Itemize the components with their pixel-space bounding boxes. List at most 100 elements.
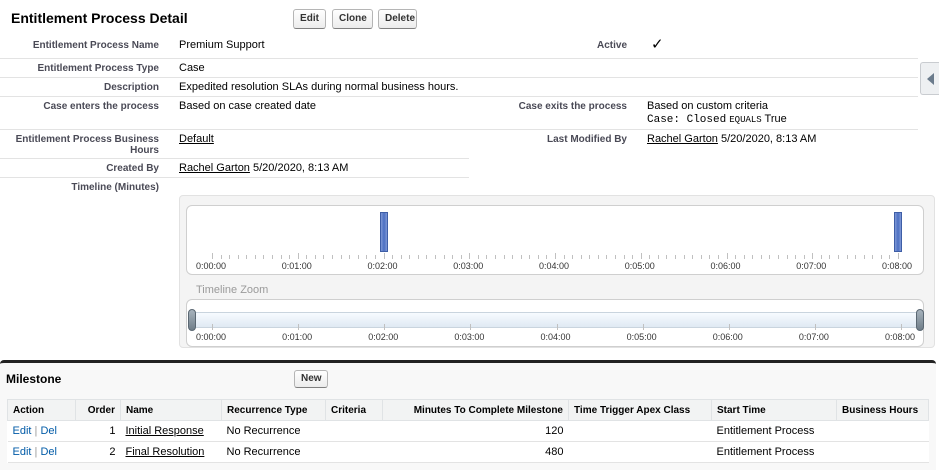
axis-minor-tick [426,255,428,259]
axis-minor-tick [229,255,231,259]
business-hours-link[interactable]: Default [179,133,214,145]
axis-minor-tick [374,255,376,259]
cell-name: Initial Response [120,420,222,442]
axis-minor-tick [803,255,805,259]
created-by-date: 5/20/2020, 8:13 AM [253,162,349,174]
axis-minor-tick [263,255,265,259]
axis-minor-tick [769,255,771,259]
axis-tick-label: 0:02:00 [368,332,399,342]
case-enters-value: Based on case created date [179,100,316,112]
cell-order: 2 [75,441,121,463]
cell-criteria [325,420,383,442]
axis-minor-tick [400,255,402,259]
axis-minor-tick [323,255,325,259]
exit-criteria-field: Case: Closed [647,114,727,126]
axis-minor-tick [434,255,436,259]
axis-minor-tick [709,255,711,259]
axis-minor-tick [632,255,634,259]
cell-recurrence: No Recurrence [221,441,326,463]
cell-minutes: 120 [382,420,569,442]
axis-tick-label: 0:04:00 [540,332,571,342]
axis-minor-tick [443,255,445,259]
milestone-table: Action Order Name Recurrence Type Criter… [7,399,929,463]
column-header-start-time: Start Time [711,399,837,421]
column-header-business-hours: Business Hours [836,399,929,421]
column-header-order: Order [75,399,121,421]
axis-tick-label: 0:08:00 [882,261,913,271]
axis-minor-tick [837,255,839,259]
axis-tick-label: 0:07:00 [798,332,829,342]
zoom-handle-right[interactable] [916,309,924,331]
axis-minor-tick [606,255,608,259]
milestone-marker[interactable] [894,212,902,252]
active-label: Active [596,40,627,51]
row-actions: Edit | Del [7,420,76,442]
timeline-zoom-label: Timeline Zoom [196,284,269,296]
column-header-criteria: Criteria [325,399,383,421]
case-exits-value: Based on custom criteria [647,100,769,112]
axis-tick [555,253,556,259]
zoom-handle-left[interactable] [188,309,196,331]
axis-tick [212,253,213,259]
action-separator: | [34,446,38,458]
axis-minor-tick [597,255,599,259]
axis-minor-tick [760,255,762,259]
axis-minor-tick [683,255,685,259]
divider [0,177,469,178]
axis-minor-tick [880,255,882,259]
axis-minor-tick [254,255,256,259]
axis-minor-tick [289,255,291,259]
sidebar-toggle[interactable] [920,62,939,95]
axis-minor-tick [615,255,617,259]
axis-tick-label: 0:02:00 [367,261,398,271]
cell-name: Final Resolution [120,441,222,463]
edit-link[interactable]: Edit [13,425,32,437]
divider [0,158,469,159]
exit-criteria: Case: Closed EQUALS True [647,113,787,127]
edit-button[interactable]: Edit [293,9,326,29]
axis-minor-tick [675,255,677,259]
delete-link[interactable]: Del [40,425,57,437]
cell-business-hours [836,420,929,442]
divider [0,96,918,97]
axis-tick [642,324,644,330]
axis-minor-tick [863,255,865,259]
axis-minor-tick [357,255,359,259]
column-header-recurrence: Recurrence Type [221,399,326,421]
axis-tick-label: 0:04:00 [539,261,570,271]
axis-minor-tick [700,255,702,259]
delete-button[interactable]: Delete [378,9,417,29]
milestone-name-link[interactable]: Final Resolution [126,446,205,458]
clone-button[interactable]: Clone [332,9,373,29]
edit-link[interactable]: Edit [13,446,32,458]
axis-tick-label: 0:00:00 [196,261,227,271]
milestone-name-link[interactable]: Initial Response [126,425,204,437]
new-milestone-button[interactable]: New [294,370,328,388]
axis-tick-label: 0:07:00 [796,261,827,271]
axis-tick-label: 0:08:00 [885,332,916,342]
created-by-value: Rachel Garton 5/20/2020, 8:13 AM [179,162,348,175]
axis-minor-tick [537,255,539,259]
axis-minor-tick [237,255,239,259]
created-by-user-link[interactable]: Rachel Garton [179,162,250,174]
axis-tick [812,253,814,259]
description-value: Expedited resolution SLAs during normal … [179,81,459,93]
table-row: Edit | Del 2 Final Resolution No Recurre… [7,441,929,463]
milestone-marker[interactable] [379,212,388,252]
cell-order: 1 [75,420,121,442]
divider [0,58,918,59]
column-header-action: Action [7,399,76,421]
last-modified-value: Rachel Garton 5/20/2020, 8:13 AM [647,133,816,146]
process-name-label: Entitlement Process Name [32,40,159,51]
delete-link[interactable]: Del [40,446,57,458]
last-modified-label: Last Modified By [546,134,627,145]
last-modified-user-link[interactable]: Rachel Garton [647,133,718,145]
axis-tick-label: 0:06:00 [710,261,741,271]
axis-tick-label: 0:05:00 [624,261,655,271]
axis-minor-tick [314,255,316,259]
case-exits-label: Case exits the process [518,101,627,112]
axis-minor-tick [306,255,308,259]
cell-apex-class [568,441,712,463]
axis-tick [384,324,386,330]
column-header-name: Name [120,399,222,421]
